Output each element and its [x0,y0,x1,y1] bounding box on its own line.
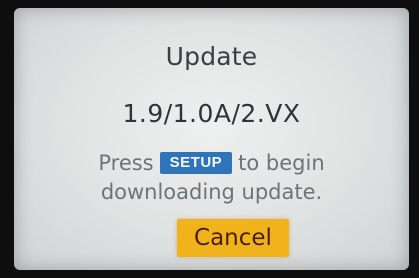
update-dialog: Update 1.9/1.0A/2.VX Press SETUP to begin … [14,8,409,270]
dialog-title: Update [165,42,258,71]
instruction-line-2: downloading update. [100,180,323,204]
instruction-line-1: Press SETUP to begin [14,149,409,178]
setup-key-badge: SETUP [159,152,233,174]
cancel-button[interactable]: Cancel [177,219,289,257]
device-bezel: Update 1.9/1.0A/2.VX Press SETUP to begin … [0,0,419,278]
instruction-prefix: Press [98,151,154,175]
instruction-text: Press SETUP to begin downloading update. [14,149,409,207]
firmware-version: 1.9/1.0A/2.VX [122,99,301,128]
instruction-suffix: to begin [238,151,325,175]
